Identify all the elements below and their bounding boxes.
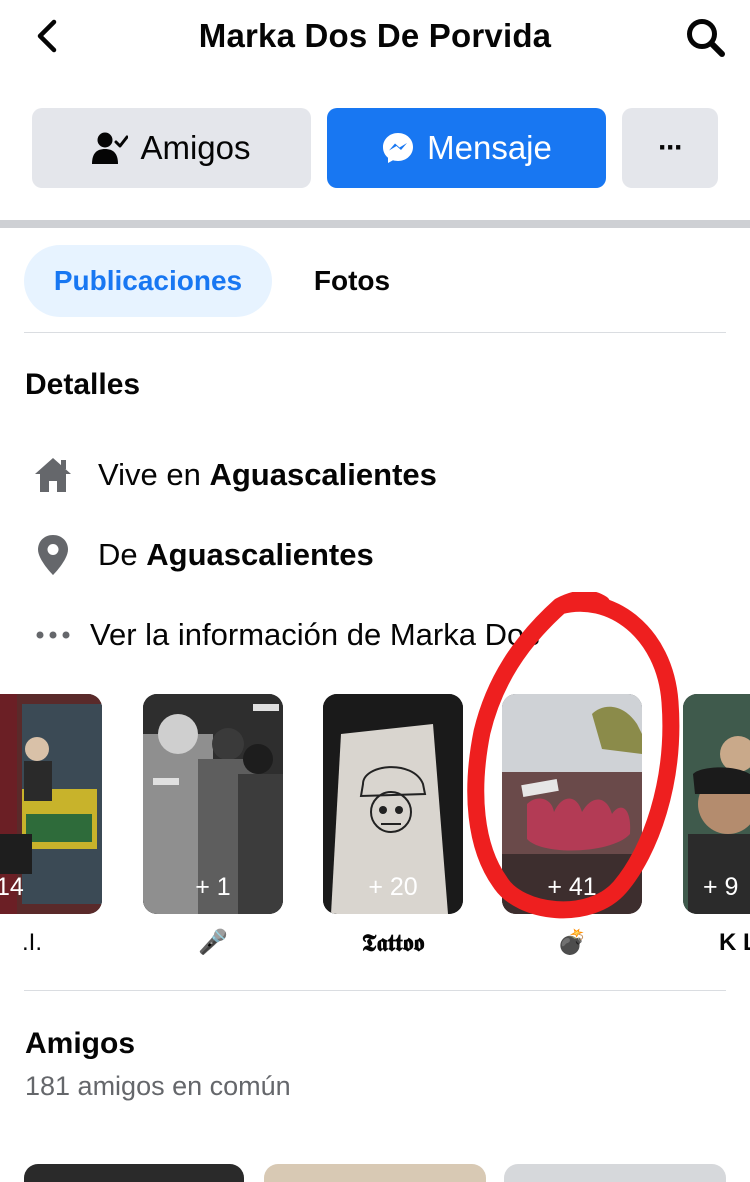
highlight-label: 🎤 <box>198 929 228 956</box>
profile-tabs: Publicaciones Fotos <box>24 245 724 317</box>
highlight-item[interactable]: + 41 💣 <box>502 694 642 960</box>
highlight-item[interactable]: + 1 🎤 <box>143 694 283 960</box>
friends-button-label: Amigos <box>140 129 251 166</box>
location-pin-icon <box>30 532 76 578</box>
highlight-count: + 41 <box>547 873 597 901</box>
more-dots-icon <box>30 612 76 658</box>
mutual-friends-count: 181 amigos en común <box>25 1071 291 1101</box>
search-button[interactable] <box>684 16 728 60</box>
section-divider <box>0 220 750 228</box>
detail-from: De Aguascalientes <box>30 530 374 580</box>
more-options-button[interactable]: ··· <box>622 108 718 188</box>
from-city: Aguascalientes <box>146 537 374 572</box>
home-icon <box>30 452 76 498</box>
detail-lives-in: Vive en Aguascalientes <box>30 450 437 500</box>
highlight-count: 14 <box>0 873 24 901</box>
message-button[interactable]: Mensaje <box>327 108 606 188</box>
highlight-cover[interactable]: 14 <box>0 694 102 914</box>
highlight-item[interactable]: 14 .I. <box>0 694 102 960</box>
friend-thumbnail[interactable] <box>504 1164 726 1182</box>
lives-prefix: Vive en <box>98 457 210 492</box>
highlight-item[interactable]: + 9 K L <box>683 694 750 960</box>
page-title: Marka Dos De Porvida <box>198 17 552 54</box>
see-info-label: Ver la información de Marka Dos <box>90 617 540 652</box>
highlight-label: .I. <box>22 929 43 956</box>
highlight-count: + 9 <box>703 873 739 901</box>
friends-thumbnails <box>0 1160 750 1182</box>
highlight-label: 💣 <box>557 929 587 956</box>
friend-thumbnail[interactable] <box>264 1164 486 1182</box>
lives-city: Aguascalientes <box>209 457 437 492</box>
messenger-icon <box>383 133 414 163</box>
top-bar: Marka Dos De Porvida <box>0 0 750 80</box>
highlight-cover[interactable]: + 9 <box>683 694 750 914</box>
search-icon <box>687 19 725 57</box>
friends-button[interactable]: Amigos <box>32 108 311 188</box>
details-title: Detalles <box>25 368 141 401</box>
profile-actions: Amigos Mensaje ··· <box>32 108 718 188</box>
highlight-label: 𝕿𝖆𝖙𝖙𝖔𝖔 <box>361 928 425 957</box>
highlight-cover[interactable]: + 20 <box>323 694 463 914</box>
highlights-divider <box>24 990 726 991</box>
highlight-count: + 20 <box>368 873 418 901</box>
highlight-cover[interactable]: + 41 <box>502 694 642 914</box>
friend-check-icon <box>92 132 129 164</box>
highlight-count: + 1 <box>195 873 231 901</box>
tabs-divider <box>24 332 726 333</box>
highlights-row[interactable]: 14 .I. + 1 🎤 + 20 𝕿𝖆𝖙𝖙𝖔𝖔 + 41 💣 + 9 K <box>0 694 750 964</box>
friends-title: Amigos <box>25 1027 136 1060</box>
message-button-label: Mensaje <box>427 129 552 166</box>
from-prefix: De <box>98 537 147 572</box>
highlight-label: K L <box>719 929 750 956</box>
tab-posts[interactable]: Publicaciones <box>24 245 272 317</box>
friend-thumbnail[interactable] <box>24 1164 244 1182</box>
highlight-cover[interactable]: + 1 <box>143 694 283 914</box>
tab-photos[interactable]: Fotos <box>292 245 412 317</box>
highlight-item[interactable]: + 20 𝕿𝖆𝖙𝖙𝖔𝖔 <box>323 694 463 960</box>
see-info-link[interactable]: Ver la información de Marka Dos <box>30 610 540 660</box>
more-icon: ··· <box>658 131 684 164</box>
